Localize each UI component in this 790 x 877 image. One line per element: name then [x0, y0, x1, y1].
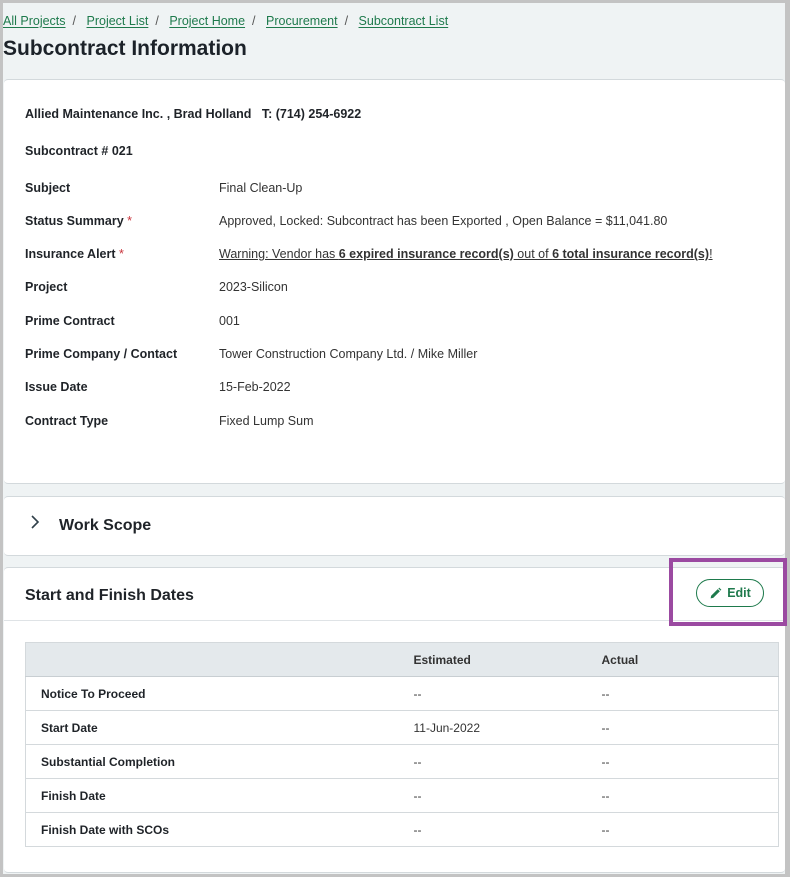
work-scope-title[interactable]: Work Scope: [59, 517, 151, 535]
warning-expired-count: 6 expired insurance record(s): [338, 247, 514, 261]
field-subject: Subject Final Clean-Up: [25, 181, 302, 195]
field-value: Final Clean-Up: [219, 181, 303, 195]
field-value: 15-Feb-2022: [219, 380, 291, 394]
subcontract-info-card: Allied Maintenance Inc. , Brad Holland T…: [4, 79, 785, 484]
page-title: Subcontract Information: [3, 37, 247, 60]
actual-value: --: [586, 812, 779, 847]
field-label: Prime Contract: [25, 314, 115, 328]
required-marker: *: [127, 214, 133, 228]
dates-table: Estimated Actual Notice To Proceed -- --…: [25, 642, 779, 847]
estimated-value: --: [398, 812, 587, 847]
field-label: Prime Company / Contact: [25, 347, 178, 361]
field-label: Insurance Alert: [25, 247, 116, 261]
field-label: Issue Date: [25, 380, 88, 394]
field-project: Project 2023-Silicon: [25, 280, 288, 294]
table-row: Finish Date -- --: [25, 778, 779, 813]
field-prime-contract: Prime Contract 001: [25, 314, 240, 328]
warning-suffix: !: [709, 247, 713, 261]
field-insurance-alert: Insurance Alert * Warning: Vendor has 6 …: [25, 247, 713, 261]
row-label: Substantial Completion: [25, 744, 399, 779]
subcontract-number: Subcontract # 021: [25, 144, 133, 158]
row-label: Finish Date: [25, 778, 399, 813]
actual-value: --: [586, 778, 779, 813]
field-label: Subject: [25, 181, 71, 195]
table-row: Finish Date with SCOs -- --: [25, 812, 779, 847]
table-row: Notice To Proceed -- --: [25, 676, 779, 711]
pencil-icon: [710, 587, 722, 598]
breadcrumb-project-home[interactable]: Project Home: [169, 14, 245, 28]
field-value: Tower Construction Company Ltd. / Mike M…: [219, 347, 478, 361]
column-header: [25, 642, 399, 677]
work-scope-section[interactable]: Work Scope: [4, 496, 785, 556]
field-label: Project: [25, 280, 68, 294]
estimated-value: --: [398, 744, 587, 779]
field-value: 001: [219, 314, 240, 328]
warning-middle: out of: [513, 247, 553, 261]
dates-card-title: Start and Finish Dates: [25, 587, 194, 604]
required-marker: *: [119, 247, 124, 261]
dates-card-header: Start and Finish Dates Edit: [4, 568, 785, 621]
table-row: Substantial Completion -- --: [25, 744, 779, 779]
column-header-estimated: Estimated: [398, 642, 587, 677]
warning-total-count: 6 total insurance record(s): [552, 247, 710, 261]
field-issue-date: Issue Date 15-Feb-2022: [25, 380, 291, 394]
field-value: Approved, Locked: Subcontract has been E…: [219, 214, 668, 228]
field-label: Status Summary: [25, 214, 124, 228]
edit-button-label: Edit: [727, 586, 751, 600]
row-label: Notice To Proceed: [25, 676, 399, 711]
actual-value: --: [586, 710, 779, 745]
field-value: Fixed Lump Sum: [219, 414, 314, 428]
breadcrumb: All Projects / Project List / Project Home…: [3, 14, 449, 28]
chevron-right-icon[interactable]: [30, 515, 40, 534]
table-header-row: Estimated Actual: [25, 642, 779, 677]
estimated-value: 11-Jun-2022: [398, 710, 587, 745]
table-row: Start Date 11-Jun-2022 --: [25, 710, 779, 745]
field-value: 2023-Silicon: [219, 280, 288, 294]
estimated-value: --: [398, 676, 587, 711]
breadcrumb-project-list[interactable]: Project List: [87, 14, 149, 28]
breadcrumb-subcontract-list[interactable]: Subcontract List: [359, 14, 449, 28]
estimated-value: --: [398, 778, 587, 813]
breadcrumb-all-projects[interactable]: All Projects: [3, 14, 66, 28]
actual-value: --: [586, 744, 779, 779]
warning-prefix: Warning: Vendor has: [219, 247, 339, 261]
page: All Projects / Project List / Project Home…: [3, 3, 787, 874]
column-header-actual: Actual: [586, 642, 779, 677]
row-label: Finish Date with SCOs: [25, 812, 399, 847]
insurance-warning-link[interactable]: Warning: Vendor has 6 expired insurance …: [219, 247, 713, 261]
row-label: Start Date: [25, 710, 399, 745]
field-prime-company-contact: Prime Company / Contact Tower Constructi…: [25, 347, 477, 361]
field-contract-type: Contract Type Fixed Lump Sum: [25, 414, 313, 428]
actual-value: --: [586, 676, 779, 711]
field-label: Contract Type: [25, 414, 109, 428]
vendor-line: Allied Maintenance Inc. , Brad Holland T…: [25, 107, 362, 121]
field-status-summary: Status Summary * Approved, Locked: Subco…: [25, 214, 667, 228]
edit-button[interactable]: Edit: [696, 579, 764, 607]
start-finish-dates-card: Start and Finish Dates Edit Estimated Ac…: [4, 567, 785, 873]
breadcrumb-procurement[interactable]: Procurement: [266, 14, 338, 28]
